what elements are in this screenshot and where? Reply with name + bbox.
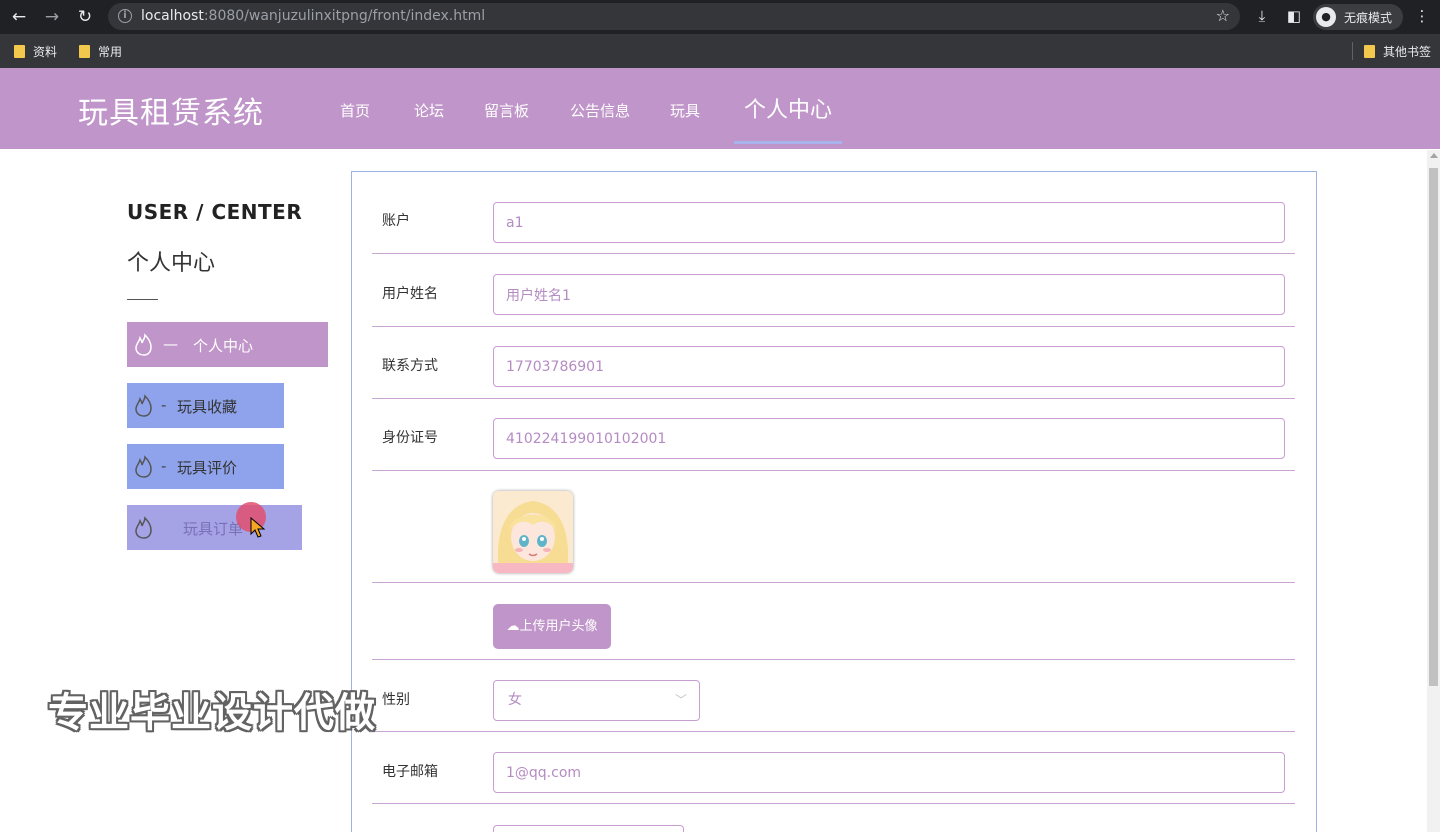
sidebar-item-label: 玩具收藏	[177, 398, 238, 416]
nav-messages[interactable]: 留言板	[484, 100, 529, 121]
avatar	[493, 491, 573, 573]
next-field-partial[interactable]	[493, 825, 684, 832]
account-label: 账户	[382, 213, 410, 229]
sidebar-item-prefix: -	[161, 457, 167, 475]
gender-value: 女	[508, 692, 522, 708]
account-field[interactable]	[493, 202, 1285, 243]
upload-avatar-button[interactable]: ☁上传用户头像	[493, 604, 611, 649]
mouse-cursor-icon	[250, 517, 266, 538]
site-title: 玩具租赁系统	[78, 96, 264, 131]
name-label: 用户姓名	[382, 286, 438, 302]
scrollbar-thumb[interactable]	[1429, 168, 1438, 686]
avatar-image	[493, 491, 573, 573]
sidebar-item-prefix: —	[163, 335, 178, 353]
nav-active-underline	[734, 141, 842, 144]
flame-icon	[135, 455, 152, 478]
phone-label: 联系方式	[382, 358, 438, 374]
reload-icon[interactable]: ↻	[74, 6, 96, 28]
incognito-badge[interactable]: ● 无痕模式	[1313, 4, 1403, 30]
row-divider	[372, 470, 1295, 471]
sidepanel-icon[interactable]: ◧	[1284, 6, 1304, 26]
incognito-icon: ●	[1316, 7, 1336, 27]
row-divider	[372, 731, 1295, 732]
info-icon[interactable]: i	[118, 9, 132, 23]
id-card-label: 身份证号	[382, 430, 438, 446]
bookmark-changyong[interactable]: 常用	[79, 43, 122, 60]
bookmark-other[interactable]: 其他书签	[1364, 43, 1431, 60]
sidebar-item-user-center[interactable]: — 个人中心	[127, 322, 328, 367]
chevron-down-icon: ﹀	[674, 693, 687, 707]
folder-icon	[14, 45, 25, 58]
bookmarks-divider	[1352, 42, 1353, 60]
scroll-up-icon[interactable]	[1430, 153, 1438, 158]
sidebar-item-reviews[interactable]: - 玩具评价	[127, 444, 284, 489]
nav-user-center[interactable]: 个人中心	[744, 92, 832, 124]
folder-icon	[1364, 45, 1375, 58]
sidebar-item-prefix: -	[161, 396, 167, 414]
back-icon[interactable]: ←	[8, 6, 30, 28]
row-divider	[372, 253, 1295, 254]
row-divider	[372, 582, 1295, 583]
bookmark-star-icon[interactable]: ☆	[1216, 6, 1230, 25]
name-field[interactable]	[493, 274, 1285, 315]
row-divider	[372, 326, 1295, 327]
incognito-label: 无痕模式	[1344, 11, 1393, 25]
flame-icon	[135, 394, 152, 417]
address-bar[interactable]: i localhost:8080/wanjuzulinxitpng/front/…	[108, 3, 1240, 30]
email-label: 电子邮箱	[382, 764, 438, 780]
gender-select[interactable]: 女 ﹀	[493, 680, 700, 721]
id-card-field[interactable]	[493, 418, 1285, 459]
cloud-upload-icon: ☁	[506, 619, 520, 634]
site-header: 玩具租赁系统 首页 论坛 留言板 公告信息 玩具 个人中心	[0, 68, 1440, 149]
sidebar-item-label: 个人中心	[193, 337, 254, 355]
nav-forum[interactable]: 论坛	[414, 100, 444, 121]
forward-icon[interactable]: →	[41, 6, 63, 28]
download-icon[interactable]: ⤓	[1252, 6, 1272, 26]
bookmarks-bar: 资料 常用 其他书签	[0, 34, 1440, 68]
sidebar-heading-rule	[127, 299, 158, 300]
sidebar-item-label: 玩具订单	[183, 520, 244, 538]
folder-icon	[79, 45, 90, 58]
sidebar-item-label: 玩具评价	[177, 459, 238, 477]
watermark-overlay: 专业毕业设计代做	[48, 690, 376, 736]
url-text: localhost:8080/wanjuzulinxitpng/front/in…	[141, 8, 486, 24]
flame-icon	[135, 333, 152, 356]
gender-label: 性别	[382, 692, 410, 708]
email-field[interactable]	[493, 752, 1285, 793]
row-divider	[372, 398, 1295, 399]
sidebar-item-favorites[interactable]: - 玩具收藏	[127, 383, 284, 428]
sidebar-heading-cn: 个人中心	[127, 251, 216, 276]
browser-toolbar: ← → ↻ i localhost:8080/wanjuzulinxitpng/…	[0, 0, 1440, 34]
menu-kebab-icon[interactable]: ⋮	[1412, 6, 1432, 26]
nav-toys[interactable]: 玩具	[670, 100, 700, 121]
nav-notices[interactable]: 公告信息	[570, 100, 630, 121]
row-divider	[372, 659, 1295, 660]
sidebar-item-orders[interactable]: 玩具订单	[127, 505, 302, 550]
sidebar-heading-en: USER / CENTER	[127, 200, 303, 224]
row-divider	[372, 803, 1295, 804]
phone-field[interactable]	[493, 346, 1285, 387]
bookmark-ziliao[interactable]: 资料	[14, 43, 57, 60]
flame-icon	[135, 516, 152, 539]
nav-home[interactable]: 首页	[340, 100, 370, 121]
